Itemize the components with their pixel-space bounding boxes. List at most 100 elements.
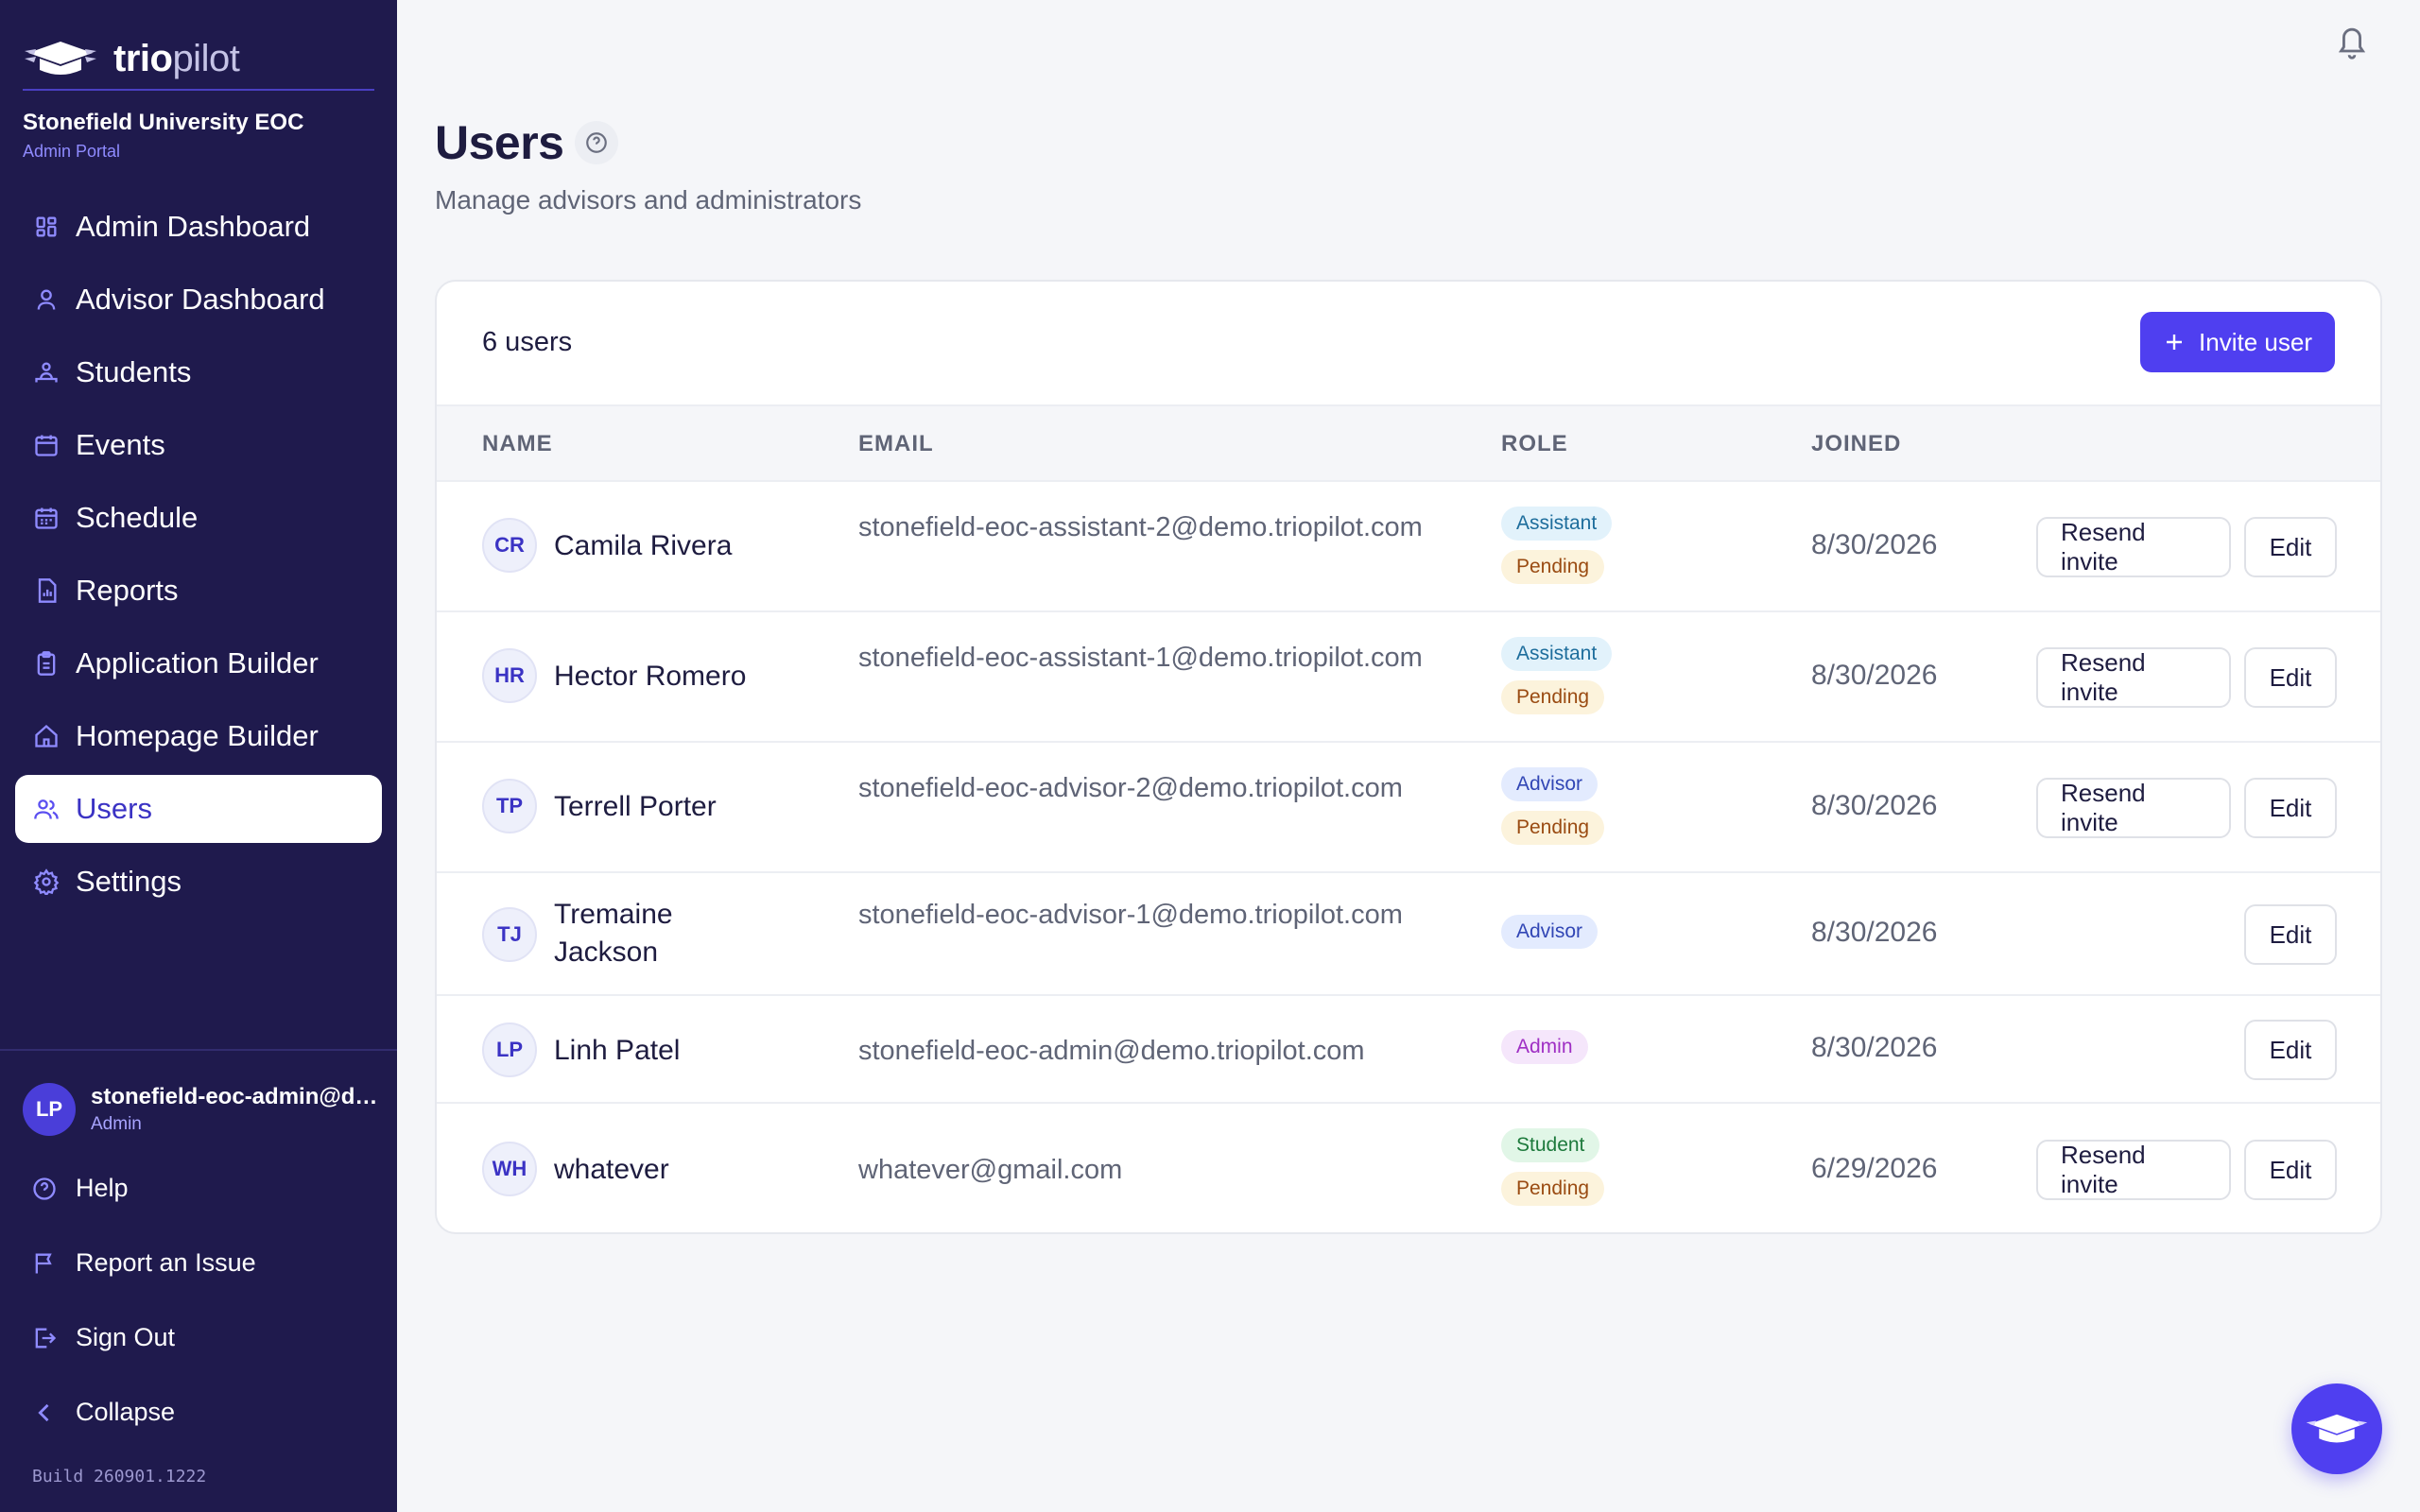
user-name: Hector Romero [554, 661, 747, 692]
resend-invite-button[interactable]: Resend invite [2036, 647, 2231, 708]
user-name: Camila Rivera [554, 530, 733, 561]
sidebar: triopilot Stonefield University EOC Admi… [0, 0, 397, 1512]
role-cell: Advisor [1501, 915, 1599, 958]
help-circle-icon [586, 132, 607, 153]
invite-user-button[interactable]: Invite user [2140, 312, 2335, 372]
brand-name-bold: trio [113, 37, 173, 79]
report-icon [32, 576, 60, 605]
user-email: stonefield-eoc-advisor-1@demo.triopilot.… [858, 900, 1403, 930]
user-name: whatever [554, 1154, 669, 1185]
sidebar-item-label: Admin Dashboard [76, 210, 311, 243]
account-info: stonefield-eoc-admin@demo.triopilot.com … [91, 1084, 384, 1135]
sidebar-item-label: Events [76, 428, 165, 461]
organization-name: Stonefield University EOC [23, 110, 304, 135]
sidebar-item-label: Users [76, 792, 152, 825]
avatar: HR [482, 648, 537, 703]
sidebar-item-students[interactable]: Students [15, 338, 382, 406]
chevron-left-icon [30, 1399, 59, 1427]
sign-out-link[interactable]: Sign Out [30, 1323, 175, 1352]
table-header: NAME EMAIL ROLE JOINED [437, 404, 2380, 482]
sidebar-item-events[interactable]: Events [15, 411, 382, 479]
user-email: whatever@gmail.com [858, 1155, 1123, 1185]
resend-invite-button[interactable]: Resend invite [2036, 517, 2231, 577]
role-badge: Student [1501, 1128, 1600, 1162]
role-cell: Advisor Pending [1501, 767, 1605, 854]
assistant-chat-button[interactable] [2291, 1383, 2382, 1474]
role-badge: Advisor [1501, 767, 1599, 801]
calendar-icon [32, 431, 60, 459]
sidebar-item-homepage-builder[interactable]: Homepage Builder [15, 702, 382, 770]
user-name: Terrell Porter [554, 791, 717, 822]
sidebar-item-admin-dashboard[interactable]: Admin Dashboard [15, 193, 382, 261]
table-row: CR Camila Rivera stonefield-eoc-assistan… [437, 482, 2380, 612]
user-name: Tremaine Jackson [554, 899, 673, 968]
edit-button[interactable]: Edit [2244, 647, 2337, 708]
edit-button[interactable]: Edit [2244, 1020, 2337, 1080]
graduation-cap-logo-icon [25, 42, 96, 75]
sidebar-item-label: Students [76, 355, 192, 388]
help-link[interactable]: Help [30, 1174, 129, 1203]
sidebar-item-reports[interactable]: Reports [15, 557, 382, 625]
joined-date: 8/30/2026 [1811, 1032, 1938, 1063]
sidebar-item-advisor-dashboard[interactable]: Advisor Dashboard [15, 266, 382, 334]
page-title: Users [435, 116, 564, 169]
sidebar-item-schedule[interactable]: Schedule [15, 484, 382, 552]
role-cell: Student Pending [1501, 1128, 1605, 1215]
clipboard-icon [32, 649, 60, 678]
role-cell: Assistant Pending [1501, 637, 1613, 724]
user-email: stonefield-eoc-advisor-2@demo.triopilot.… [858, 773, 1403, 803]
edit-button[interactable]: Edit [2244, 517, 2337, 577]
graduation-cap-icon [2306, 1414, 2368, 1443]
collapse-button[interactable]: Collapse [30, 1398, 175, 1427]
edit-button[interactable]: Edit [2244, 904, 2337, 965]
organization-block: Stonefield University EOC Admin Portal [23, 110, 303, 162]
avatar: LP [482, 1022, 537, 1077]
plus-icon [2167, 335, 2183, 350]
sidebar-item-users[interactable]: Users [15, 775, 382, 843]
page-subtitle: Manage advisors and administrators [435, 185, 862, 215]
users-icon [32, 795, 60, 823]
joined-date: 8/30/2026 [1811, 660, 1938, 691]
status-badge: Pending [1501, 1172, 1605, 1206]
page-help-button[interactable] [575, 121, 618, 164]
triopilot-logo[interactable]: triopilot [23, 28, 374, 91]
card-header: 6 users Invite user [437, 282, 2380, 404]
invite-user-label: Invite user [2199, 327, 2312, 356]
sidebar-item-application-builder[interactable]: Application Builder [15, 629, 382, 697]
account-row[interactable]: LP stonefield-eoc-admin@demo.triopilot.c… [23, 1083, 384, 1136]
account-email: stonefield-eoc-admin@demo.triopilot.com [91, 1084, 384, 1109]
role-cell: Assistant Pending [1501, 507, 1613, 593]
sidebar-item-settings[interactable]: Settings [15, 848, 382, 916]
sidebar-item-label: Application Builder [76, 646, 319, 679]
sidebar-item-label: Reports [76, 574, 179, 607]
portal-label: Admin Portal [23, 142, 121, 161]
sidebar-nav: Admin Dashboard Advisor Dashboard Studen… [15, 193, 382, 920]
users-card: 6 users Invite user NAME EMAIL ROLE JOIN… [435, 280, 2382, 1234]
flag-icon [30, 1249, 59, 1278]
table-row: TJ Tremaine Jackson stonefield-eoc-advis… [437, 873, 2380, 996]
edit-button[interactable]: Edit [2244, 778, 2337, 838]
home-icon [32, 722, 60, 750]
role-badge: Admin [1501, 1030, 1588, 1064]
notifications-bell-icon[interactable] [2335, 23, 2369, 60]
table-row: LP Linh Patel stonefield-eoc-admin@demo.… [437, 996, 2380, 1104]
sidebar-item-label: Settings [76, 865, 182, 898]
status-badge: Pending [1501, 811, 1605, 845]
joined-date: 6/29/2026 [1811, 1153, 1938, 1184]
person-icon [32, 285, 60, 314]
edit-button[interactable]: Edit [2244, 1140, 2337, 1200]
report-issue-link[interactable]: Report an Issue [30, 1248, 256, 1278]
resend-invite-button[interactable]: Resend invite [2036, 778, 2231, 838]
joined-date: 8/30/2026 [1811, 917, 1938, 948]
grid-icon [32, 213, 60, 241]
table-row: TP Terrell Porter stonefield-eoc-advisor… [437, 743, 2380, 873]
help-circle-icon [30, 1175, 59, 1203]
role-badge: Assistant [1501, 637, 1613, 671]
resend-invite-button[interactable]: Resend invite [2036, 1140, 2231, 1200]
sidebar-footer: LP stonefield-eoc-admin@demo.triopilot.c… [0, 1049, 397, 1512]
avatar: LP [23, 1083, 76, 1136]
status-badge: Pending [1501, 680, 1605, 714]
avatar: CR [482, 518, 537, 573]
user-name: Linh Patel [554, 1035, 681, 1066]
column-header-role: ROLE [1501, 431, 1568, 456]
